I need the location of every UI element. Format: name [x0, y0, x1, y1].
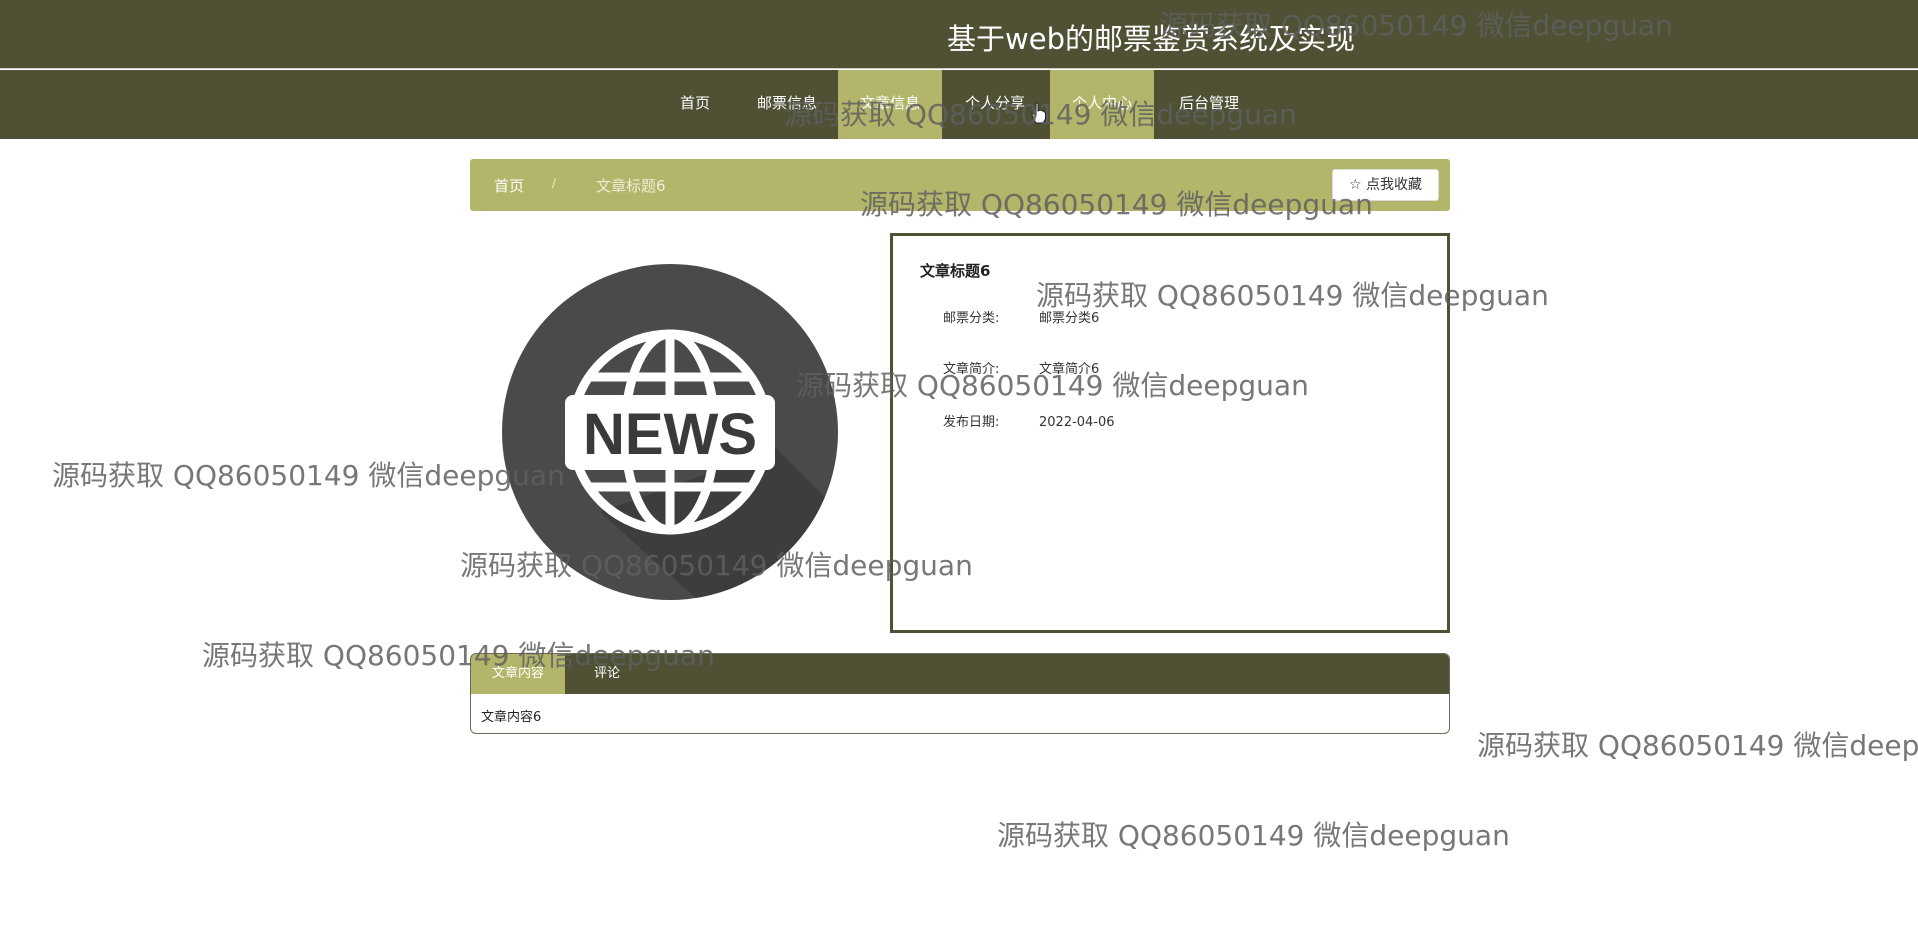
tab-comments[interactable]: 评论: [577, 654, 637, 694]
nav-item-stamp-info[interactable]: 邮票信息: [744, 70, 830, 139]
detail-row-category: 邮票分类: 邮票分类6: [943, 307, 1099, 326]
hand-cursor-icon: [1031, 102, 1046, 124]
watermark: 源码获取 QQ86050149 微信deepguan: [1477, 729, 1918, 762]
detail-row-date: 发布日期: 2022-04-06: [943, 411, 1115, 430]
tab-content-text: 文章内容6: [481, 710, 542, 725]
date-label: 发布日期:: [943, 415, 1000, 430]
content-tabs-panel: 文章内容 评论 文章内容6: [470, 653, 1450, 734]
main-nav: 首页 邮票信息 文章信息 个人分享 个人中心 后台管理: [0, 70, 1918, 139]
summary-value: 文章简介6: [1039, 362, 1100, 377]
nav-item-admin[interactable]: 后台管理: [1164, 70, 1254, 139]
article-title: 文章标题6: [920, 262, 991, 280]
date-value: 2022-04-06: [1039, 415, 1115, 430]
news-text: NEWS: [583, 402, 757, 467]
site-title: 基于web的邮票鉴赏系统及实现: [947, 22, 1355, 56]
nav-item-personal-center[interactable]: 个人中心: [1050, 70, 1154, 139]
detail-row-summary: 文章简介: 文章简介6: [943, 358, 1099, 377]
breadcrumb-separator: /: [552, 175, 556, 191]
breadcrumb-home-link[interactable]: 首页: [494, 175, 524, 196]
article-detail-box: 文章标题6 邮票分类: 邮票分类6 文章简介: 文章简介6 发布日期: 2022-04…: [890, 233, 1450, 633]
nav-item-article-info[interactable]: 文章信息: [838, 70, 942, 139]
nav-item-home[interactable]: 首页: [666, 70, 724, 139]
watermark: 源码获取 QQ86050149 微信deepguan: [997, 819, 1510, 852]
summary-label: 文章简介:: [943, 362, 1000, 377]
tab-strip: 文章内容 评论: [471, 654, 1449, 694]
tab-article-content[interactable]: 文章内容: [471, 654, 565, 694]
category-label: 邮票分类:: [943, 311, 1000, 326]
favorite-button[interactable]: ☆ 点我收藏: [1332, 169, 1439, 201]
watermark: 源码获取 QQ86050149 微信deepguan: [52, 459, 565, 492]
breadcrumb: 首页 / 文章标题6 ☆ 点我收藏: [470, 159, 1450, 211]
category-value: 邮票分类6: [1039, 311, 1100, 326]
header-bar: 基于web的邮票鉴赏系统及实现: [0, 0, 1918, 69]
nav-item-personal-share[interactable]: 个人分享: [950, 70, 1040, 139]
news-globe-icon: NEWS: [502, 264, 838, 600]
breadcrumb-current: 文章标题6: [596, 177, 666, 195]
